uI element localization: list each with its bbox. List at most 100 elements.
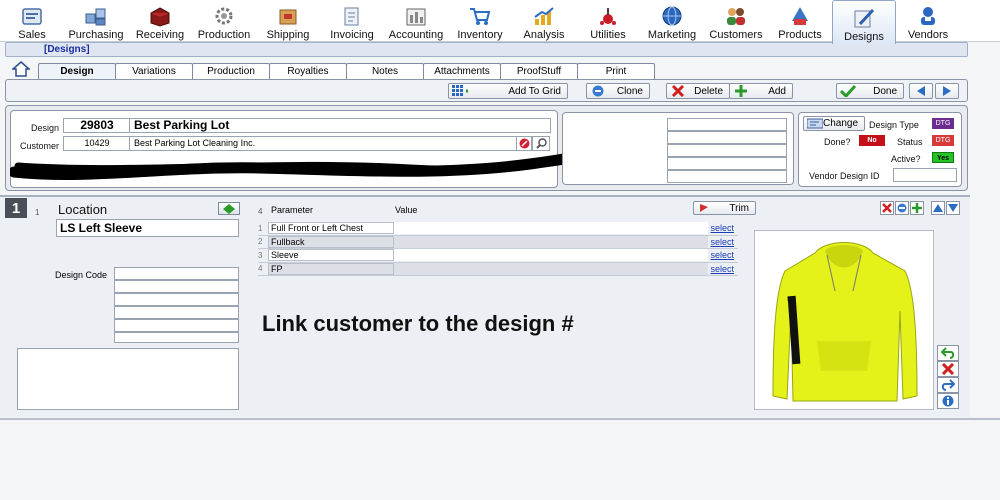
parameter-value-cell[interactable] — [394, 235, 708, 248]
design-name-field[interactable]: Best Parking Lot — [129, 118, 551, 133]
design-code-field[interactable] — [114, 332, 239, 343]
done-badge[interactable]: No — [859, 135, 885, 146]
tab-print[interactable]: Print — [577, 63, 655, 79]
utilities-icon — [595, 4, 621, 28]
extra-field[interactable] — [667, 157, 787, 170]
select-link[interactable]: select — [708, 223, 738, 233]
select-link[interactable]: select — [708, 237, 738, 247]
design-type-badge[interactable]: DTG — [932, 118, 954, 129]
add-location-button[interactable] — [910, 201, 924, 215]
tab-production[interactable]: Production — [192, 63, 270, 79]
nav-utilities[interactable]: Utilities — [576, 0, 640, 42]
nav-production[interactable]: Production — [192, 0, 256, 42]
tab-design[interactable]: Design — [38, 63, 116, 79]
status-panel: Change Design Type DTG Done? No Status D… — [798, 112, 962, 187]
nav-label: Shipping — [266, 29, 310, 41]
delete-button[interactable]: Delete — [666, 83, 730, 99]
parameter-value-cell[interactable] — [394, 249, 708, 262]
home-icon — [12, 61, 30, 77]
parameter-value-cell[interactable] — [394, 262, 708, 275]
nav-purchasing[interactable]: Purchasing — [64, 0, 128, 42]
add-to-grid-button[interactable]: Add To Grid — [448, 83, 568, 99]
delete-image-button[interactable] — [937, 361, 959, 377]
undo-icon — [941, 347, 955, 359]
nav-analysis[interactable]: Analysis — [512, 0, 576, 42]
remove-location-button[interactable] — [880, 201, 894, 215]
lookup-customer-button[interactable] — [532, 136, 550, 151]
nav-customers[interactable]: Customers — [704, 0, 768, 42]
design-code-field[interactable] — [114, 293, 239, 306]
design-number-field[interactable]: 29803 — [63, 118, 131, 133]
parameter-row[interactable]: 2 Fullback select — [258, 235, 738, 249]
done-button[interactable]: Done — [836, 83, 904, 99]
active-badge[interactable]: Yes — [932, 152, 954, 163]
extra-field[interactable] — [667, 170, 787, 183]
select-link[interactable]: select — [708, 264, 738, 274]
add-button[interactable]: Add — [729, 83, 793, 99]
tab-notes[interactable]: Notes — [346, 63, 424, 79]
clone-button[interactable]: Clone — [586, 83, 650, 99]
parameter-row[interactable]: 1 Full Front or Left Chest select — [258, 222, 738, 236]
nav-products[interactable]: Products — [768, 0, 832, 42]
select-link[interactable]: select — [708, 250, 738, 260]
swap-location-button[interactable] — [218, 202, 240, 215]
change-button[interactable]: Change — [803, 116, 865, 131]
extra-field[interactable] — [667, 118, 787, 131]
move-down-button[interactable] — [946, 201, 960, 215]
next-button[interactable] — [935, 83, 959, 99]
extra-field[interactable] — [667, 131, 787, 144]
parameter-row[interactable]: 3 Sleeve select — [258, 249, 738, 263]
design-code-field[interactable] — [114, 319, 239, 332]
undo-button[interactable] — [937, 345, 959, 361]
designs-icon — [851, 6, 877, 30]
nav-invoicing[interactable]: Invoicing — [320, 0, 384, 42]
nav-label: Sales — [18, 29, 46, 41]
vendor-design-id-field[interactable] — [893, 168, 957, 182]
arrow-right-icon — [943, 86, 951, 96]
design-code-field[interactable] — [114, 267, 239, 280]
nav-designs[interactable]: Designs — [832, 0, 896, 44]
parameter-row[interactable]: 4 FP select — [258, 262, 738, 276]
status-badge[interactable]: DTG — [932, 135, 954, 146]
customers-icon — [723, 4, 749, 28]
nav-accounting[interactable]: Accounting — [384, 0, 448, 42]
nav-receiving[interactable]: Receiving — [128, 0, 192, 42]
parameter-value-cell[interactable] — [394, 222, 708, 235]
location-notes-field[interactable] — [17, 348, 239, 410]
extra-field[interactable] — [667, 144, 787, 157]
tab-royalties[interactable]: Royalties — [269, 63, 347, 79]
nav-sales[interactable]: Sales — [0, 0, 64, 42]
close-icon — [942, 363, 954, 375]
design-label: Design — [31, 123, 60, 133]
nav-shipping[interactable]: Shipping — [256, 0, 320, 42]
cart-icon — [467, 4, 493, 28]
status-label: Status — [897, 137, 923, 147]
design-code-field[interactable] — [114, 280, 239, 293]
minimize-location-button[interactable] — [895, 201, 909, 215]
nav-label: Designs — [844, 31, 884, 43]
invoicing-icon — [339, 4, 365, 28]
nav-label: Invoicing — [330, 29, 374, 41]
info-button[interactable] — [937, 393, 959, 409]
active-label: Active? — [891, 154, 921, 164]
nav-inventory[interactable]: Inventory — [448, 0, 512, 42]
nav-marketing[interactable]: Marketing — [640, 0, 704, 42]
customer-number-field[interactable]: 10429 — [63, 136, 131, 151]
clear-customer-button[interactable] — [516, 136, 532, 151]
nav-label: Accounting — [388, 29, 444, 41]
move-up-button[interactable] — [931, 201, 945, 215]
design-code-field[interactable] — [114, 306, 239, 319]
nav-vendors[interactable]: Vendors — [896, 0, 960, 42]
home-button[interactable] — [10, 60, 32, 78]
tab-variations[interactable]: Variations — [115, 63, 193, 79]
trim-button[interactable]: Trim — [693, 201, 756, 215]
tab-proofstuff[interactable]: ProofStuff — [500, 63, 578, 79]
customer-name-field[interactable]: Best Parking Lot Cleaning Inc. — [129, 136, 517, 151]
redo-icon — [941, 379, 955, 391]
location-name-field[interactable]: LS Left Sleeve — [56, 219, 239, 237]
previous-button[interactable] — [909, 83, 933, 99]
nav-label: Customers — [709, 29, 763, 41]
tab-attachments[interactable]: Attachments — [423, 63, 501, 79]
redo-button[interactable] — [937, 377, 959, 393]
globe-icon — [659, 4, 685, 28]
